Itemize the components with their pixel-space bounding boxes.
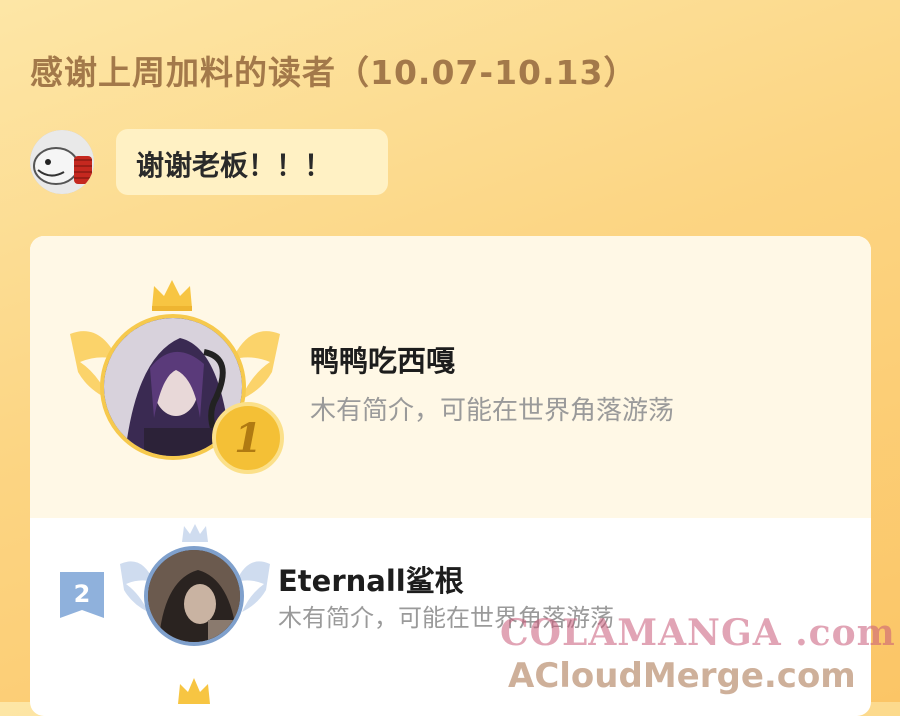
thanks-bubble: 谢谢老板！！！ (116, 129, 388, 195)
crown-icon (152, 280, 192, 311)
watermark-line-1: COLAMANGA .com (500, 612, 896, 654)
page-title: 感谢上周加料的读者（10.07-10.13） (30, 53, 638, 92)
rank-2-badge: 2 (60, 572, 104, 618)
rank-2-avatar (144, 546, 244, 646)
watermark-line-2: ACloudMerge.com (508, 656, 856, 696)
rank-1-avatar-frame[interactable]: 1 (70, 280, 284, 474)
mascot-avatar (30, 130, 94, 194)
rank-1-medal: 1 (212, 402, 284, 474)
rank-2-avatar-frame[interactable] (120, 524, 270, 654)
thanks-message: 谢谢老板！！！ (136, 149, 333, 182)
rank-1-number: 1 (234, 415, 262, 462)
rank-2-name[interactable]: Eternall鲨根 (278, 558, 464, 600)
rank-1-name[interactable]: 鸭鸭吃西嘎 (310, 338, 455, 380)
site-watermark: COLAMANGA .com ACloudMerge.com (500, 612, 900, 702)
rank-1-bio: 木有简介，可能在世界角落游荡 (310, 396, 675, 426)
rank-2-number: 2 (74, 580, 91, 608)
mascot-icon (30, 130, 94, 194)
